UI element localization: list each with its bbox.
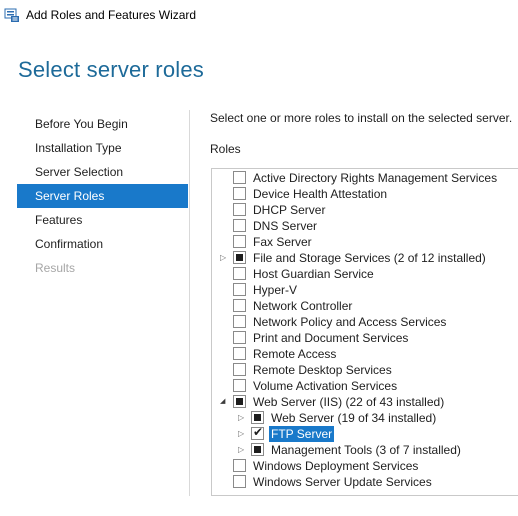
role-label[interactable]: Device Health Attestation xyxy=(253,186,387,202)
role-label[interactable]: Volume Activation Services xyxy=(253,378,397,394)
role-row[interactable]: Volume Activation Services xyxy=(212,378,518,394)
role-label[interactable]: Active Directory Rights Management Servi… xyxy=(253,170,497,186)
role-label[interactable]: DNS Server xyxy=(253,218,317,234)
nav-divider xyxy=(189,110,190,496)
role-label[interactable]: Windows Deployment Services xyxy=(253,458,418,474)
role-row[interactable]: Network Policy and Access Services xyxy=(212,314,518,330)
role-checkbox[interactable] xyxy=(233,475,246,488)
role-label[interactable]: DHCP Server xyxy=(253,202,325,218)
role-row[interactable]: Device Health Attestation xyxy=(212,186,518,202)
role-label[interactable]: Network Controller xyxy=(253,298,352,314)
description-text: Select one or more roles to install on t… xyxy=(210,111,513,125)
page-title: Select server roles xyxy=(18,57,204,82)
role-row[interactable]: ▷ ✔ FTP Server xyxy=(212,425,518,442)
role-row[interactable]: Print and Document Services xyxy=(212,330,518,346)
role-checkbox[interactable] xyxy=(233,459,246,472)
role-label[interactable]: Web Server (IIS) (22 of 43 installed) xyxy=(253,394,444,410)
role-checkbox[interactable] xyxy=(251,443,264,456)
role-row[interactable]: Fax Server xyxy=(212,234,518,250)
nav-item-server-roles[interactable]: Server Roles xyxy=(17,184,188,208)
roles-tree[interactable]: Active Directory Rights Management Servi… xyxy=(211,168,518,496)
role-label[interactable]: Remote Desktop Services xyxy=(253,362,392,378)
role-checkbox[interactable] xyxy=(233,235,246,248)
role-label[interactable]: FTP Server xyxy=(269,426,335,442)
role-checkbox[interactable] xyxy=(233,379,246,392)
role-row[interactable]: ▷ Management Tools (3 of 7 installed) xyxy=(212,442,518,458)
window-title: Add Roles and Features Wizard xyxy=(26,8,197,22)
partial-check-indicator xyxy=(254,446,261,453)
partial-check-indicator xyxy=(236,398,243,405)
role-label[interactable]: Hyper-V xyxy=(253,282,297,298)
role-label[interactable]: File and Storage Services (2 of 12 insta… xyxy=(253,250,486,266)
nav-item-installation-type[interactable]: Installation Type xyxy=(17,136,188,160)
nav-item-features[interactable]: Features xyxy=(17,208,188,232)
role-label[interactable]: Remote Access xyxy=(253,346,336,362)
role-checkbox[interactable] xyxy=(233,395,246,408)
expand-arrow-icon[interactable]: ▷ xyxy=(220,253,229,263)
collapse-arrow-icon[interactable]: ◢ xyxy=(220,397,229,407)
role-label[interactable]: Network Policy and Access Services xyxy=(253,314,446,330)
role-row[interactable]: Host Guardian Service xyxy=(212,266,518,282)
role-label[interactable]: Print and Document Services xyxy=(253,330,408,346)
role-checkbox[interactable] xyxy=(233,283,246,296)
role-row[interactable]: DHCP Server xyxy=(212,202,518,218)
title-bar: Add Roles and Features Wizard xyxy=(0,0,518,32)
nav-item-before-you-begin[interactable]: Before You Begin xyxy=(17,112,188,136)
role-checkbox[interactable] xyxy=(251,411,264,424)
roles-label: Roles xyxy=(210,142,241,156)
role-checkbox[interactable] xyxy=(233,299,246,312)
role-label[interactable]: Management Tools (3 of 7 installed) xyxy=(271,442,461,458)
role-checkbox[interactable] xyxy=(233,347,246,360)
role-label[interactable]: Web Server (19 of 34 installed) xyxy=(271,410,436,426)
expand-arrow-icon[interactable]: ▷ xyxy=(238,429,247,439)
role-label[interactable]: Windows Server Update Services xyxy=(253,474,432,490)
role-checkbox[interactable] xyxy=(233,331,246,344)
role-checkbox[interactable] xyxy=(233,203,246,216)
role-row[interactable]: Active Directory Rights Management Servi… xyxy=(212,170,518,186)
role-checkbox[interactable] xyxy=(233,171,246,184)
role-row[interactable]: Remote Desktop Services xyxy=(212,362,518,378)
role-checkbox[interactable] xyxy=(233,267,246,280)
role-row[interactable]: Hyper-V xyxy=(212,282,518,298)
role-checkbox[interactable] xyxy=(233,219,246,232)
role-label[interactable]: Fax Server xyxy=(253,234,312,250)
checkmark-icon: ✔ xyxy=(253,425,264,439)
role-label[interactable]: Host Guardian Service xyxy=(253,266,374,282)
role-row[interactable]: ▷ Web Server (19 of 34 installed) xyxy=(212,410,518,426)
expand-arrow-icon[interactable]: ▷ xyxy=(238,413,247,423)
expand-arrow-icon[interactable]: ▷ xyxy=(238,445,247,455)
server-manager-icon xyxy=(4,8,19,22)
role-row[interactable]: Network Controller xyxy=(212,298,518,314)
role-checkbox[interactable] xyxy=(233,315,246,328)
partial-check-indicator xyxy=(236,254,243,261)
role-row[interactable]: DNS Server xyxy=(212,218,518,234)
role-row[interactable]: ◢ Web Server (IIS) (22 of 43 installed) xyxy=(212,394,518,410)
role-row[interactable]: Remote Access xyxy=(212,346,518,362)
nav-item-confirmation[interactable]: Confirmation xyxy=(17,232,188,256)
role-row[interactable]: Windows Deployment Services xyxy=(212,458,518,474)
role-checkbox[interactable] xyxy=(233,363,246,376)
role-row[interactable]: Windows Server Update Services xyxy=(212,474,518,490)
role-row[interactable]: ▷ File and Storage Services (2 of 12 inst… xyxy=(212,250,518,266)
partial-check-indicator xyxy=(254,414,261,421)
role-checkbox[interactable] xyxy=(233,251,246,264)
wizard-nav: Before You Begin Installation Type Server … xyxy=(17,112,188,280)
nav-item-results: Results xyxy=(35,261,76,275)
role-checkbox[interactable] xyxy=(233,187,246,200)
role-checkbox[interactable]: ✔ xyxy=(251,425,264,440)
nav-item-server-selection[interactable]: Server Selection xyxy=(17,160,188,184)
